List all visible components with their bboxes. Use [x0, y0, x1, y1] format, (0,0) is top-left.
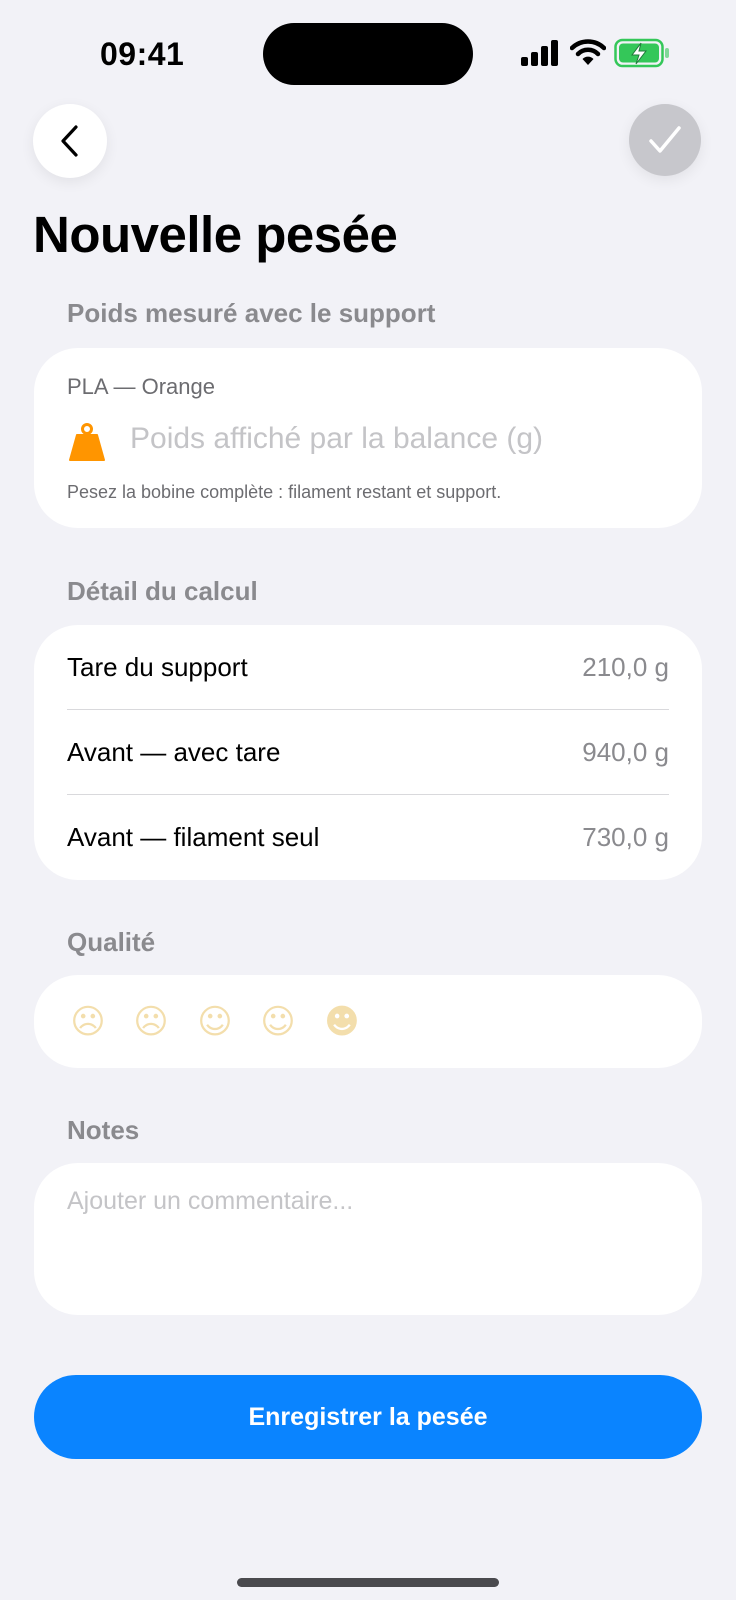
calc-section-header: Détail du calcul [67, 576, 258, 606]
save-weighing-button[interactable]: Enregistrer la pesée [34, 1375, 702, 1459]
weight-hint: Pesez la bobine complète : filament rest… [67, 482, 502, 502]
checkmark-icon [649, 126, 681, 153]
notes-section-header: Notes [67, 1115, 140, 1145]
quality-card: ☹ ☹ ☺ ☺ ☻ [34, 975, 702, 1068]
confused-face-icon[interactable]: ☹ [131, 1002, 171, 1042]
home-indicator [237, 1578, 499, 1587]
dynamic-island [263, 23, 473, 85]
notes-card [34, 1163, 702, 1315]
heart-eyes-face-icon[interactable]: ☻ [322, 1002, 362, 1042]
page-title: Nouvelle pesée [33, 206, 398, 263]
weight-section-header: Poids mesuré avec le support [67, 298, 436, 328]
weight-input[interactable] [130, 416, 670, 462]
status-time: 09:41 [100, 36, 185, 72]
confirm-button[interactable] [629, 104, 701, 176]
calc-row-before-filament-only: Avant — filament seul 730,0 g [67, 795, 669, 880]
calc-row-label: Tare du support [67, 652, 248, 682]
cellular-signal-icon [521, 40, 558, 66]
spool-label: PLA — Orange [67, 374, 215, 399]
battery-charging-icon [614, 38, 669, 68]
quality-section-header: Qualité [67, 927, 156, 957]
screen: 09:41 Nouvelle pesée Poids mesuré avec l… [0, 0, 736, 1600]
weight-card: PLA — Orange Pesez la bobine complète : … [34, 348, 702, 528]
chevron-left-icon [61, 125, 78, 157]
calc-row-value: 940,0 g [582, 737, 669, 767]
calc-row-label: Avant — filament seul [67, 822, 320, 852]
status-bar: 09:41 [0, 0, 736, 100]
wifi-icon [570, 39, 606, 65]
calc-row-label: Avant — avec tare [67, 737, 281, 767]
calc-row-before-with-tare: Avant — avec tare 940,0 g [67, 710, 669, 795]
calc-row-value: 730,0 g [582, 822, 669, 852]
smiling-face-icon[interactable]: ☺ [258, 1002, 298, 1042]
neutral-face-icon[interactable]: ☺ [195, 1002, 235, 1042]
calc-row-value: 210,0 g [582, 652, 669, 682]
notes-textarea[interactable] [67, 1187, 669, 1297]
back-button[interactable] [33, 104, 107, 178]
calc-row-tare: Tare du support 210,0 g [67, 625, 669, 710]
disappointed-face-icon[interactable]: ☹ [68, 1002, 108, 1042]
calc-card: Tare du support 210,0 g Avant — avec tar… [34, 625, 702, 880]
weight-icon [69, 423, 105, 461]
